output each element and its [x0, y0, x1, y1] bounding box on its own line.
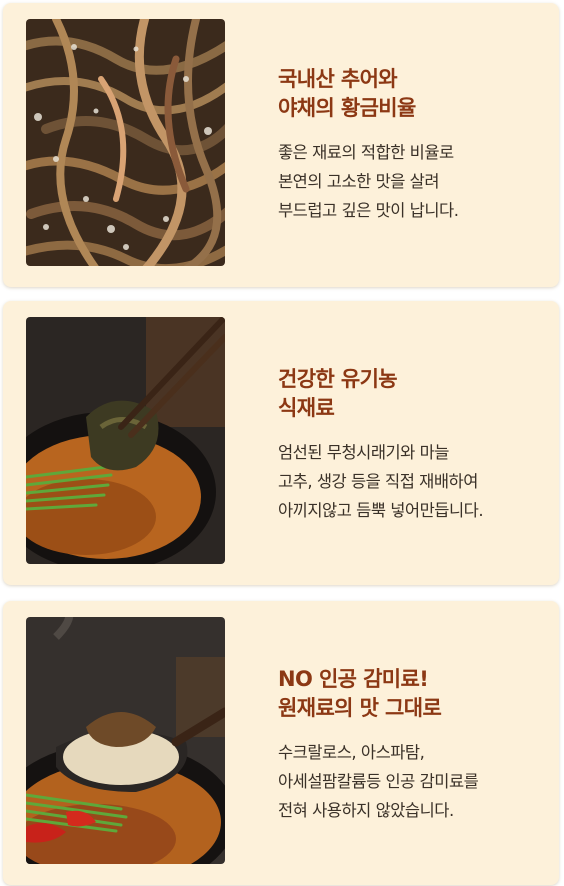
description-line: 본연의 고소한 맛을 살려: [278, 172, 440, 191]
description-line: 고추, 생강 등을 직접 재배하여: [278, 472, 478, 491]
feature-headline: NO 인공 감미료! 원재료의 맛 그대로: [278, 665, 545, 723]
feature-headline: 국내산 추어와 야채의 황금비율: [278, 65, 545, 123]
headline-line: 건강한 유기농: [278, 367, 398, 391]
description-line: 아끼지않고 듬뿍 넣어만듭니다.: [278, 501, 484, 520]
loach-photo: [26, 19, 225, 266]
headline-line: 국내산 추어와: [278, 67, 398, 91]
headline-line: 원재료의 맛 그대로: [278, 696, 442, 720]
feature-text: 국내산 추어와 야채의 황금비율 좋은 재료의 적합한 비율로 본연의 고소한 …: [278, 65, 545, 225]
feature-headline: 건강한 유기농 식재료: [278, 365, 545, 423]
headline-line: 식재료: [278, 396, 335, 420]
headline-line: NO 인공 감미료!: [278, 667, 429, 691]
feature-text: NO 인공 감미료! 원재료의 맛 그대로 수크랄로스, 아스파탐, 아세설팜칼…: [278, 665, 545, 825]
feature-description: 좋은 재료의 적합한 비율로 본연의 고소한 맛을 살려 부드럽고 깊은 맛이 …: [278, 138, 545, 225]
description-line: 전혀 사용하지 않았습니다.: [278, 801, 454, 820]
stew-chopsticks-photo: [26, 317, 225, 564]
description-line: 엄선된 무청시래기와 마늘: [278, 443, 449, 462]
description-line: 아세설팜칼륨등 인공 감미료를: [278, 772, 479, 791]
feature-card-organic: 건강한 유기농 식재료 엄선된 무청시래기와 마늘 고추, 생강 등을 직접 재…: [3, 301, 559, 585]
description-line: 좋은 재료의 적합한 비율로: [278, 143, 454, 162]
description-line: 부드럽고 깊은 맛이 납니다.: [278, 201, 459, 220]
stew-spoon-photo: [26, 617, 225, 864]
feature-description: 수크랄로스, 아스파탐, 아세설팜칼륨등 인공 감미료를 전혀 사용하지 않았습…: [278, 738, 545, 825]
description-line: 수크랄로스, 아스파탐,: [278, 743, 425, 762]
feature-description: 엄선된 무청시래기와 마늘 고추, 생강 등을 직접 재배하여 아끼지않고 듬뿍…: [278, 438, 545, 525]
feature-card-loach: 국내산 추어와 야채의 황금비율 좋은 재료의 적합한 비율로 본연의 고소한 …: [3, 3, 559, 287]
feature-card-no-sweetener: NO 인공 감미료! 원재료의 맛 그대로 수크랄로스, 아스파탐, 아세설팜칼…: [3, 601, 559, 885]
feature-text: 건강한 유기농 식재료 엄선된 무청시래기와 마늘 고추, 생강 등을 직접 재…: [278, 365, 545, 525]
headline-line: 야채의 황금비율: [278, 96, 416, 120]
